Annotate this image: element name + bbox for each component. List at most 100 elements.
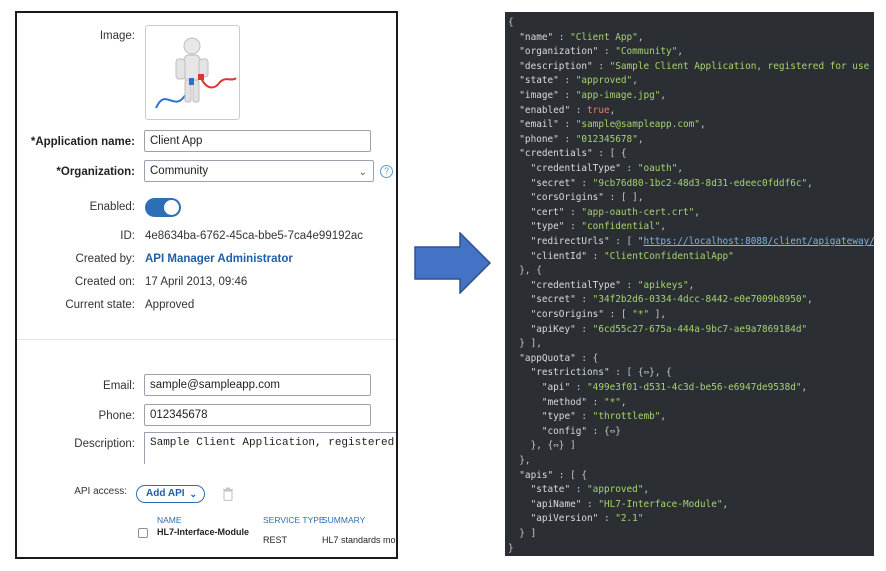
app-name-label: *Application name: [30,136,135,148]
code-token: : [581,498,599,510]
code-line: "api" : "499e3f01-d531-4c3d-be56-e6947de… [508,381,807,395]
code-line: "state" : "approved", [508,483,650,497]
email-row: Email: sample@sampleapp.com [17,373,396,399]
code-token: "2.1" [615,513,644,525]
code-token: }, [508,455,531,466]
code-line: "organization" : "Community", [508,45,683,59]
code-token: "method" [508,396,588,408]
code-token: "apiName" [508,498,582,510]
organization-value: Community [150,165,209,177]
trash-icon[interactable] [222,487,234,501]
code-token: : [ [603,309,633,320]
chevron-down-icon: ⌄ [358,167,367,178]
email-field[interactable]: sample@sampleapp.com [144,374,371,396]
code-token: : [575,177,593,189]
column-header-name[interactable]: NAME [157,515,182,525]
code-line: "appQuota" : { [508,352,598,366]
code-token: "Client App" [570,31,638,43]
phone-label: Phone: [98,410,135,422]
code-token: : [558,119,576,131]
column-header-summary[interactable]: SUMMARY [322,515,365,525]
code-token: : [ {⇔}, { [609,367,672,379]
add-api-label: Add API [146,488,185,499]
app-name-input[interactable]: Client App [144,130,371,152]
code-token: , [632,75,638,87]
code-token: "email" [508,119,559,131]
organization-select[interactable]: Community ⌄ [144,160,374,182]
code-line: "credentials" : [ { [508,147,627,161]
code-token: , [694,206,700,218]
code-token: , [801,382,808,393]
code-token: : [ { [592,148,627,160]
code-token: "34f2b2d6-0334-4dcc-8442-e0e7009b8950" [592,294,808,306]
api-name-cell: HL7-Interface-Module [157,527,250,537]
code-line: "enabled" : true, [508,104,615,118]
code-token: "oauth" [637,163,678,174]
app-image[interactable] [145,25,240,120]
code-line: "type" : "confidential", [508,220,667,234]
code-token: : [598,513,616,525]
code-line: } ] [508,527,536,541]
code-token: "type" [508,221,565,233]
code-token: , [677,46,683,58]
code-token: "approved" [587,484,644,496]
code-line: "cert" : "app-oauth-cert.crt", [508,206,700,220]
column-header-service-type[interactable]: SERVICE TYPE [263,515,325,525]
code-token: , [807,177,813,189]
code-token: , [660,221,667,233]
application-form: Image: *Application name: Client App *Or… [15,11,398,559]
phone-row: Phone: 012345678 [17,403,396,429]
code-line: }, {⇔} ] [508,439,576,453]
code-token: , [722,498,729,510]
code-line: "name" : "Client App", [508,31,643,45]
code-line: "phone" : "012345678", [508,133,643,147]
organization-label: *Organization: [56,166,135,178]
code-token: "credentialType" [508,279,621,291]
code-token: ], [649,309,667,320]
enabled-toggle[interactable] [145,198,181,217]
code-token: "499e3f01-d531-4c3d-be56-e6947de9538d" [587,382,802,393]
code-line: "restrictions" : [ {⇔}, { [508,366,672,380]
code-token: , [688,279,695,291]
current-state-row: Current state: Approved [17,292,396,318]
current-state-label: Current state: [65,299,135,311]
code-line: "secret" : "9cb76d80-1bc2-48d3-8d31-edee… [508,177,813,191]
service-type-cell: REST [263,535,288,545]
description-textarea[interactable]: Sample Client Application, registered [144,432,396,464]
chevron-down-icon: ⌄ [189,489,197,499]
code-token: "image" [508,90,559,101]
code-token: "clientId" [508,250,588,262]
app-name-row: *Application name: Client App [17,129,396,155]
right-arrow-icon [414,232,492,294]
code-token: "type" [508,411,576,423]
code-link[interactable]: https://localhost:8088/client/apigateway… [643,236,874,247]
code-token: "apis" [508,469,554,481]
code-token: : [598,46,616,58]
code-token: , [620,396,627,408]
person-plug-icon [155,37,237,109]
phone-field[interactable]: 012345678 [144,404,371,426]
code-line: "redirectUrls" : [ "https://localhost:80… [508,235,874,249]
add-api-button[interactable]: Add API ⌄ [136,485,205,503]
code-token: "sample@sampleapp.com" [575,119,700,131]
code-token: "redirectUrls" [508,236,610,247]
help-icon[interactable]: ? [380,165,393,178]
enabled-label: Enabled: [89,201,135,213]
json-code-panel[interactable]: { "name" : "Client App", "organization" … [505,12,874,556]
description-label: Description: [74,438,135,450]
code-token: : {⇔} [587,425,621,437]
code-token: : [ ], [603,192,644,204]
code-token: "apiVersion" [508,513,599,525]
code-line: "description" : "Sample Client Applicati… [508,60,874,74]
code-token: : [570,382,588,393]
code-token: : [587,396,604,408]
code-token: : [ { [553,469,588,481]
code-line: "corsOrigins" : [ ], [508,191,644,205]
code-token: "ClientConfidentialApp" [603,250,734,262]
code-token: "apiKey" [508,323,576,335]
code-token: "name" [508,31,554,43]
code-token: , [660,411,667,423]
code-token: , [637,31,644,43]
row-checkbox[interactable] [138,528,148,538]
code-token: "6cd55c27-675a-444a-9bc7-ae9a7869184d" [592,323,808,335]
